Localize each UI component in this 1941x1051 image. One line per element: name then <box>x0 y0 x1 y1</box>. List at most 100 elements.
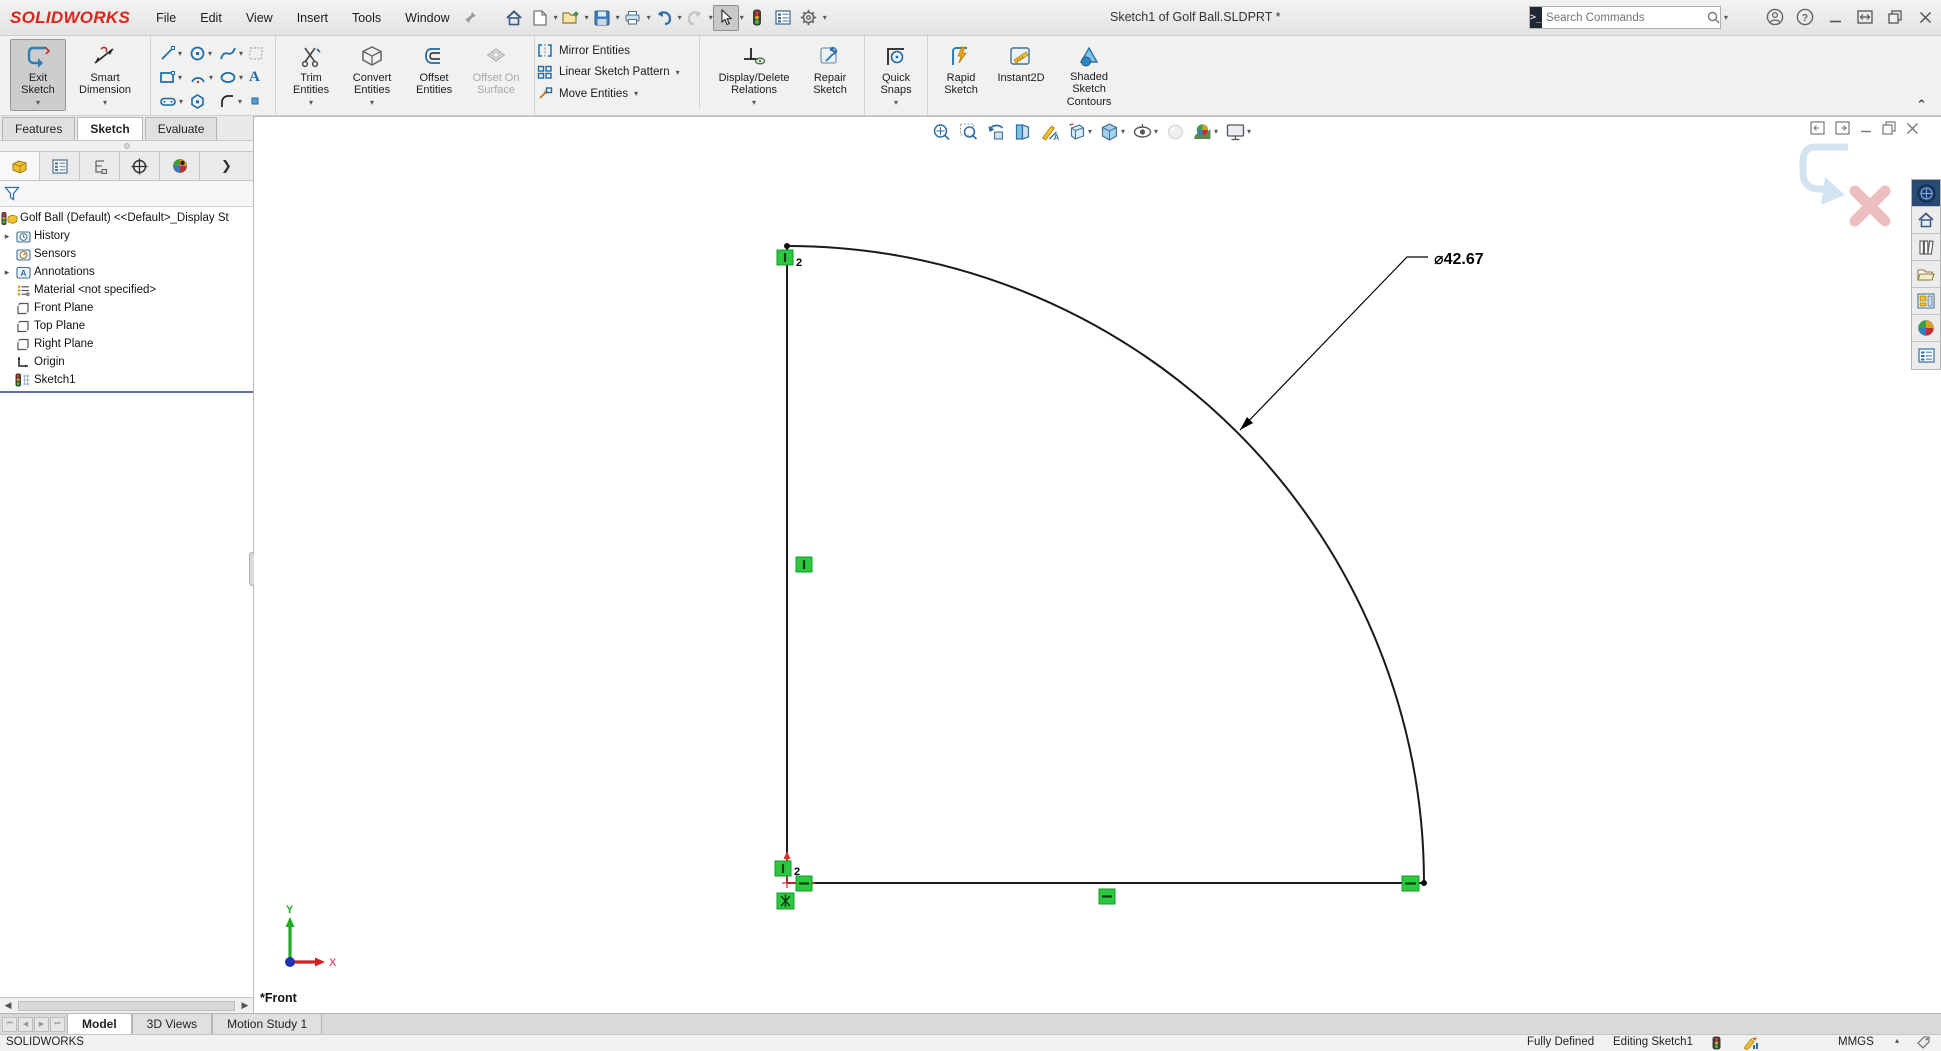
instant2d-button[interactable]: Instant2D <box>988 39 1054 111</box>
last-tab-icon[interactable]: ⏭ <box>50 1017 65 1032</box>
prev-tab-icon[interactable]: ◀ <box>18 1017 33 1032</box>
open-button[interactable] <box>558 5 584 31</box>
ellipse-dropdown-icon[interactable]: ▾ <box>239 73 243 82</box>
tree-item-right-plane[interactable]: Right Plane <box>0 335 253 353</box>
smart-dimension-dropdown-icon[interactable]: ▾ <box>103 99 107 108</box>
line-dropdown-icon[interactable]: ▾ <box>178 49 182 58</box>
scroll-right-icon[interactable]: ▶ <box>237 1000 253 1011</box>
circle-tool-button[interactable]: ▾ <box>187 44 215 63</box>
fillet-tool-button[interactable]: ▾ <box>217 92 245 111</box>
vertical-relation-icon-top[interactable]: 2 <box>777 250 802 269</box>
rectangle-dropdown-icon[interactable]: ▾ <box>178 73 182 82</box>
trim-entities-dropdown-icon[interactable]: ▾ <box>309 99 313 108</box>
display-delete-relations-button[interactable]: Display/Delete Relations ▾ <box>706 39 802 111</box>
ribbon-collapse-icon[interactable]: ⌃ <box>1916 97 1927 113</box>
search-commands-input[interactable] <box>1542 12 1704 24</box>
menu-file[interactable]: File <box>144 7 188 29</box>
expand-caret-icon[interactable]: ▸ <box>0 267 14 278</box>
tree-item-sensors[interactable]: Sensors <box>0 245 253 263</box>
quick-snaps-button[interactable]: Quick Snaps ▾ <box>871 39 921 111</box>
quick-tips-icon[interactable] <box>1742 1036 1759 1050</box>
convert-entities-dropdown-icon[interactable]: ▾ <box>370 99 374 108</box>
search-scope-icon[interactable]: >_ <box>1530 7 1542 28</box>
options-gear-button[interactable] <box>796 5 822 31</box>
move-entities-dropdown-icon[interactable]: ▾ <box>634 89 638 98</box>
exit-sketch-dropdown-icon[interactable]: ▾ <box>36 99 40 108</box>
tree-item-sketch1[interactable]: Sketch1 <box>0 371 253 389</box>
spline-tool-button[interactable]: ▾ <box>217 44 245 63</box>
redo-button[interactable] <box>682 5 708 31</box>
graphics-viewport[interactable]: A ▾ ▾ ▾ ▾ ▾ <box>254 116 1941 1013</box>
configuration-manager-tab[interactable] <box>80 152 120 180</box>
rectangle-tool-button[interactable]: ▾ <box>157 68 185 87</box>
minimize-window-icon[interactable] <box>1823 5 1847 29</box>
close-window-icon[interactable] <box>1913 5 1937 29</box>
fillet-dropdown-icon[interactable]: ▾ <box>238 97 242 106</box>
tree-root-item[interactable]: Golf Ball (Default) <<Default>_Display S… <box>0 209 253 227</box>
tab-model[interactable]: Model <box>67 1014 132 1034</box>
exit-sketch-button[interactable]: Exit Sketch ▾ <box>10 39 66 111</box>
file-properties-button[interactable] <box>770 5 796 31</box>
feature-manager-tab[interactable] <box>0 152 40 180</box>
display-manager-tab[interactable] <box>160 152 200 180</box>
pin-menu-icon[interactable] <box>464 11 477 24</box>
menu-view[interactable]: View <box>234 7 285 29</box>
offset-on-surface-button[interactable]: Offset On Surface <box>464 39 528 111</box>
expand-caret-icon[interactable]: ▸ <box>0 231 14 242</box>
vertical-relation-icon-bottom[interactable]: 2 <box>775 861 800 878</box>
quick-snaps-dropdown-icon[interactable]: ▾ <box>894 99 898 108</box>
fixed-relation-icon[interactable] <box>777 893 794 909</box>
units-dropdown-icon[interactable]: ▴ <box>1895 1036 1899 1045</box>
sketch-canvas[interactable]: ⌀42.67 2 <box>254 117 1941 1014</box>
property-manager-tab[interactable] <box>40 152 80 180</box>
search-icon[interactable] <box>1704 11 1723 24</box>
user-account-icon[interactable] <box>1763 5 1787 29</box>
tab-sketch[interactable]: Sketch <box>77 117 142 140</box>
diameter-dimension[interactable]: ⌀42.67 <box>1240 251 1484 430</box>
tab-features[interactable]: Features <box>2 117 75 140</box>
display-delete-dropdown-icon[interactable]: ▾ <box>752 99 756 108</box>
point-tool-button[interactable] <box>247 94 269 108</box>
vertical-relation-icon-middle[interactable] <box>796 557 812 572</box>
arc-endpoint-right[interactable] <box>1421 880 1427 886</box>
pane-tabs-expand-icon[interactable]: ❯ <box>200 152 253 180</box>
units-label[interactable]: MMGS <box>1838 1036 1874 1048</box>
text-tool-button[interactable]: A <box>247 68 269 87</box>
linear-pattern-dropdown-icon[interactable]: ▾ <box>676 68 680 77</box>
tree-item-top-plane[interactable]: Top Plane <box>0 317 253 335</box>
tab-3d-views[interactable]: 3D Views <box>132 1014 212 1034</box>
panel-horizontal-scrollbar[interactable]: ◀ ▶ <box>0 997 253 1013</box>
polygon-tool-button[interactable] <box>187 92 215 111</box>
statusbar-tag-icon[interactable] <box>1916 1036 1931 1050</box>
help-icon[interactable]: ? <box>1793 5 1817 29</box>
spline-dropdown-icon[interactable]: ▾ <box>239 49 243 58</box>
options-dropdown-icon[interactable]: ▾ <box>823 13 827 22</box>
tree-item-front-plane[interactable]: Front Plane <box>0 299 253 317</box>
horizontal-relation-icon-middle[interactable] <box>1099 889 1115 904</box>
convert-entities-button[interactable]: Convert Entities ▾ <box>340 39 404 111</box>
filter-icon[interactable] <box>4 186 20 201</box>
repair-sketch-button[interactable]: Repair Sketch <box>802 39 858 111</box>
print-button[interactable] <box>620 5 646 31</box>
tab-motion-study[interactable]: Motion Study 1 <box>212 1014 322 1034</box>
new-document-button[interactable] <box>527 5 553 31</box>
offset-entities-button[interactable]: Offset Entities <box>404 39 464 111</box>
rebuild-button[interactable] <box>744 5 770 31</box>
tree-item-annotations[interactable]: ▸ A Annotations <box>0 263 253 281</box>
menu-window[interactable]: Window <box>393 7 461 29</box>
slot-tool-button[interactable]: ▾ <box>157 92 185 111</box>
tree-item-history[interactable]: ▸ History <box>0 227 253 245</box>
circle-dropdown-icon[interactable]: ▾ <box>208 49 212 58</box>
trim-entities-button[interactable]: Trim Entities ▾ <box>282 39 340 111</box>
scrollbar-thumb[interactable] <box>18 1001 235 1011</box>
shaded-sketch-contours-button[interactable]: Shaded Sketch Contours <box>1054 39 1124 111</box>
arc-dropdown-icon[interactable]: ▾ <box>209 73 213 82</box>
tree-item-material[interactable]: Material <not specified> <box>0 281 253 299</box>
ellipse-tool-button[interactable]: ▾ <box>217 68 245 87</box>
smart-dimension-button[interactable]: Smart Dimension ▾ <box>66 39 144 111</box>
arc-tool-button[interactable]: ▾ <box>187 68 215 87</box>
tree-item-origin[interactable]: Origin <box>0 353 253 371</box>
menu-edit[interactable]: Edit <box>188 7 234 29</box>
panel-grip[interactable] <box>0 141 253 151</box>
move-entities-button[interactable]: Move Entities ▾ <box>537 83 638 104</box>
